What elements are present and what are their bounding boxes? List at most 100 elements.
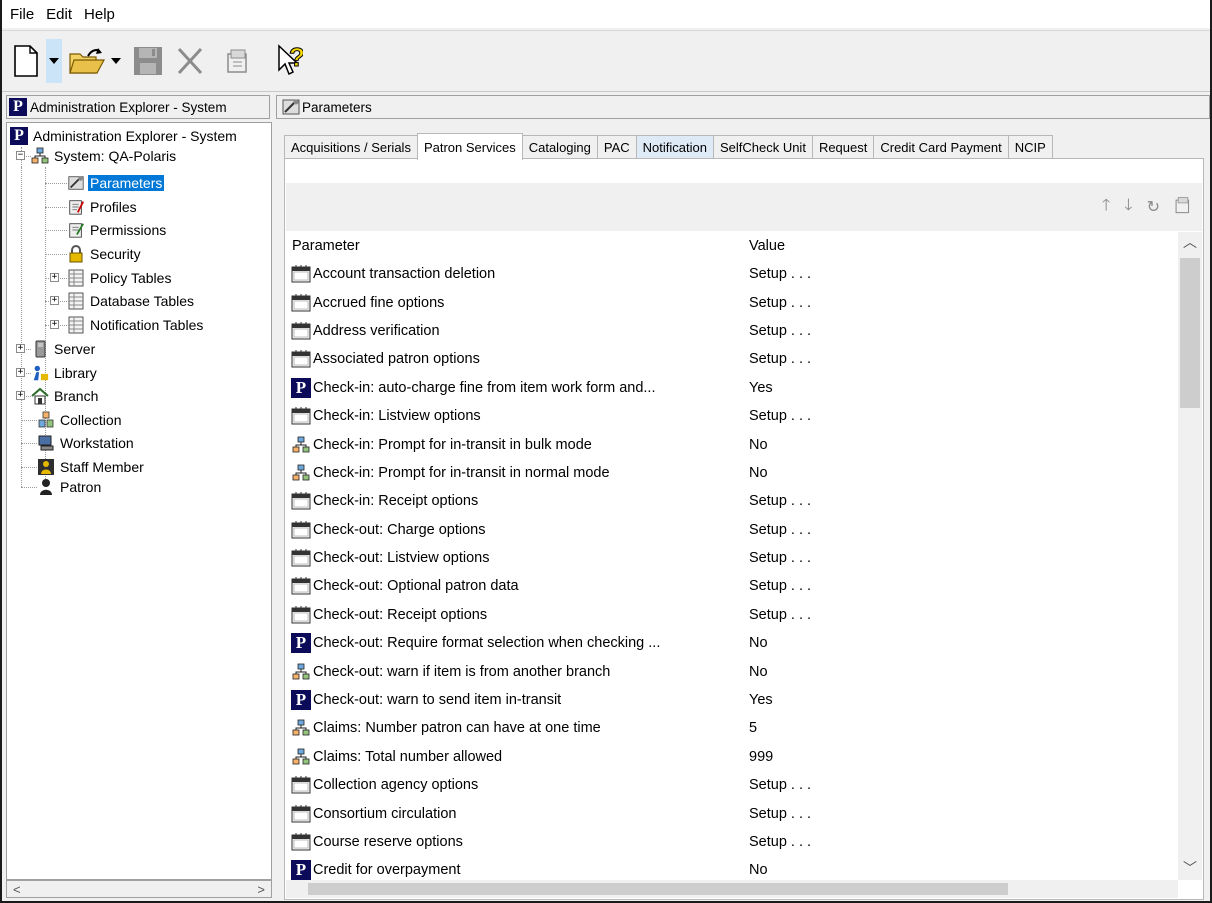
menu-edit[interactable]: Edit bbox=[40, 6, 78, 23]
table-row[interactable]: P Credit for overpayment No bbox=[286, 856, 1178, 880]
value-cell[interactable]: Yes bbox=[746, 380, 773, 396]
list-horizontal-scrollbar[interactable] bbox=[286, 880, 1178, 898]
value-cell[interactable]: No bbox=[746, 664, 768, 680]
scrollbar-thumb[interactable] bbox=[1180, 258, 1200, 408]
tab-request[interactable]: Request bbox=[811, 135, 875, 159]
value-cell[interactable]: Setup . . . bbox=[746, 295, 811, 311]
tree-item-policy-tables[interactable]: Policy Tables bbox=[67, 267, 173, 289]
value-cell[interactable]: Setup . . . bbox=[746, 493, 811, 509]
open-button[interactable] bbox=[66, 39, 108, 83]
expand-notification-tables-toggle[interactable]: + bbox=[50, 320, 59, 329]
value-cell[interactable]: Setup . . . bbox=[746, 550, 811, 566]
scrollbar-thumb[interactable] bbox=[308, 883, 1008, 895]
properties-button[interactable] bbox=[218, 39, 258, 83]
collapse-system-toggle[interactable]: − bbox=[16, 151, 25, 160]
table-row[interactable]: P Check-out: warn to send item in-transit… bbox=[286, 686, 1178, 714]
arrow-down-icon[interactable]: 🡓 bbox=[1124, 194, 1132, 221]
tree-item-database-tables[interactable]: Database Tables bbox=[67, 290, 196, 312]
tree-item-system[interactable]: System: QA-Polaris bbox=[31, 145, 178, 167]
tree-item-notification-tables[interactable]: Notification Tables bbox=[67, 314, 205, 336]
tab-pac[interactable]: PAC bbox=[596, 135, 637, 159]
table-row[interactable]: Associated patron options Setup . . . bbox=[286, 345, 1178, 373]
expand-branch-toggle[interactable]: + bbox=[16, 391, 25, 400]
tree-item-library[interactable]: Library bbox=[31, 362, 99, 384]
value-cell[interactable]: Yes bbox=[746, 692, 773, 708]
column-header-parameter[interactable]: Parameter bbox=[286, 238, 746, 254]
arrow-up-icon[interactable]: 🡑 bbox=[1102, 194, 1110, 221]
value-cell[interactable]: Setup . . . bbox=[746, 266, 811, 282]
value-cell[interactable]: Setup . . . bbox=[746, 351, 811, 367]
expand-library-toggle[interactable]: + bbox=[16, 368, 25, 377]
table-row[interactable]: Check-in: Listview options Setup . . . bbox=[286, 402, 1178, 430]
value-cell[interactable]: Setup . . . bbox=[746, 408, 811, 424]
parameters-list[interactable]: Parameter Value Account transaction dele… bbox=[286, 232, 1178, 880]
table-row[interactable]: Check-out: Charge options Setup . . . bbox=[286, 516, 1178, 544]
table-row[interactable]: Check-out: Optional patron data Setup . .… bbox=[286, 572, 1178, 600]
menu-file[interactable]: File bbox=[4, 6, 40, 23]
tab-cataloging[interactable]: Cataloging bbox=[521, 135, 598, 159]
refresh-icon[interactable]: ↻ bbox=[1147, 197, 1160, 217]
list-vertical-scrollbar[interactable]: ︿ ﹀ bbox=[1178, 232, 1202, 880]
table-row[interactable]: Check-out: warn if item is from another … bbox=[286, 657, 1178, 685]
tree-item-security[interactable]: Security bbox=[67, 243, 143, 265]
tree-item-collection[interactable]: Collection bbox=[37, 409, 123, 431]
value-cell[interactable]: Setup . . . bbox=[746, 323, 811, 339]
admin-explorer-tree[interactable]: P Administration Explorer - System − Sys… bbox=[6, 122, 272, 880]
value-cell[interactable]: Setup . . . bbox=[746, 777, 811, 793]
delete-button[interactable] bbox=[170, 39, 210, 83]
tab-acquisitions-serials[interactable]: Acquisitions / Serials bbox=[284, 135, 418, 159]
table-row[interactable]: Address verification Setup . . . bbox=[286, 317, 1178, 345]
expand-database-tables-toggle[interactable]: + bbox=[50, 296, 59, 305]
value-cell[interactable]: No bbox=[746, 862, 768, 878]
table-row[interactable]: Claims: Number patron can have at one ti… bbox=[286, 714, 1178, 742]
table-row[interactable]: Check-out: Listview options Setup . . . bbox=[286, 544, 1178, 572]
save-button[interactable] bbox=[128, 39, 168, 83]
value-cell[interactable]: Setup . . . bbox=[746, 607, 811, 623]
tree-item-server[interactable]: Server bbox=[31, 338, 97, 360]
new-document-button[interactable] bbox=[6, 39, 46, 83]
table-row[interactable]: Collection agency options Setup . . . bbox=[286, 771, 1178, 799]
expand-policy-tables-toggle[interactable]: + bbox=[50, 273, 59, 282]
menu-help[interactable]: Help bbox=[78, 6, 121, 23]
table-row[interactable]: P Check-out: Require format selection whe… bbox=[286, 629, 1178, 657]
tab-patron-services[interactable]: Patron Services bbox=[416, 133, 523, 160]
table-row[interactable]: Accrued fine options Setup . . . bbox=[286, 288, 1178, 316]
table-row[interactable]: Check-in: Receipt options Setup . . . bbox=[286, 487, 1178, 515]
scroll-right-arrow-icon[interactable]: > bbox=[257, 882, 265, 897]
value-cell[interactable]: Setup . . . bbox=[746, 578, 811, 594]
scroll-down-arrow-icon[interactable]: ﹀ bbox=[1178, 858, 1202, 880]
table-row[interactable]: Account transaction deletion Setup . . . bbox=[286, 260, 1178, 288]
open-dropdown-button[interactable] bbox=[108, 39, 124, 83]
tree-item-branch[interactable]: Branch bbox=[31, 385, 100, 407]
table-row[interactable]: Consortium circulation Setup . . . bbox=[286, 799, 1178, 827]
tree-horizontal-scrollbar[interactable]: < > bbox=[6, 880, 272, 898]
new-dropdown-button[interactable] bbox=[46, 39, 62, 83]
table-row[interactable]: P Check-in: auto-charge fine from item wo… bbox=[286, 374, 1178, 402]
table-row[interactable]: Course reserve options Setup . . . bbox=[286, 828, 1178, 856]
value-cell[interactable]: Setup . . . bbox=[746, 806, 811, 822]
value-cell[interactable]: Setup . . . bbox=[746, 522, 811, 538]
table-row[interactable]: Check-in: Prompt for in-transit in bulk … bbox=[286, 430, 1178, 458]
tree-item-staff-member[interactable]: Staff Member bbox=[37, 456, 146, 478]
value-cell[interactable]: Setup . . . bbox=[746, 834, 811, 850]
value-cell[interactable]: No bbox=[746, 635, 768, 651]
tab-selfcheck-unit[interactable]: SelfCheck Unit bbox=[712, 135, 813, 159]
tab-ncip[interactable]: NCIP bbox=[1007, 135, 1053, 159]
value-cell[interactable]: No bbox=[746, 465, 768, 481]
table-row[interactable]: Check-in: Prompt for in-transit in norma… bbox=[286, 459, 1178, 487]
table-row[interactable]: Check-out: Receipt options Setup . . . bbox=[286, 601, 1178, 629]
properties-icon[interactable] bbox=[1174, 196, 1192, 219]
tree-item-parameters[interactable]: Parameters bbox=[67, 172, 165, 194]
expand-server-toggle[interactable]: + bbox=[16, 344, 25, 353]
value-cell[interactable]: 5 bbox=[746, 720, 757, 736]
tree-item-permissions[interactable]: Permissions bbox=[67, 219, 168, 241]
tree-root[interactable]: P Administration Explorer - System bbox=[10, 125, 239, 147]
scroll-up-arrow-icon[interactable]: ︿ bbox=[1178, 232, 1202, 254]
value-cell[interactable]: No bbox=[746, 437, 768, 453]
value-cell[interactable]: 999 bbox=[746, 749, 773, 765]
whats-this-help-button[interactable]: ? bbox=[270, 39, 310, 83]
scroll-left-arrow-icon[interactable]: < bbox=[13, 882, 21, 897]
tab-credit-card-payment[interactable]: Credit Card Payment bbox=[873, 135, 1009, 159]
tree-item-profiles[interactable]: Profiles bbox=[67, 196, 139, 218]
table-row[interactable]: Claims: Total number allowed 999 bbox=[286, 743, 1178, 771]
